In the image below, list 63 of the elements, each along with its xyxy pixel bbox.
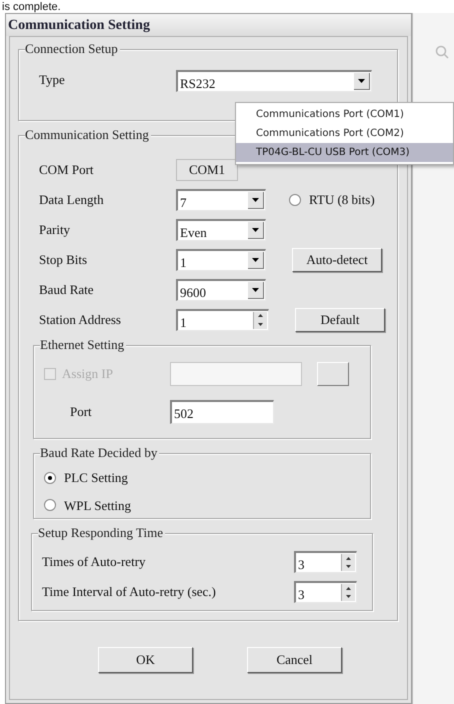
- com-port-value: COM1: [176, 158, 238, 180]
- spinner-button[interactable]: [253, 312, 267, 328]
- caret-icon: [252, 288, 259, 292]
- field-label: Parity: [39, 220, 72, 239]
- dropdown-option[interactable]: TP04G-BL-CU USB Port (COM3): [236, 143, 453, 162]
- checkbox-label: Assign IP: [62, 365, 113, 384]
- dialog-button[interactable]: Default: [295, 308, 385, 332]
- field-label: Data Length: [39, 190, 105, 209]
- dropdown-option[interactable]: Communications Port (COM2): [236, 124, 453, 143]
- caret-icon: [252, 258, 259, 262]
- search-icon: [435, 45, 449, 59]
- caption-text: is complete.: [2, 0, 61, 12]
- dropdown-field[interactable]: 9600: [176, 278, 266, 300]
- dropdown-arrow-button[interactable]: [248, 192, 264, 208]
- dialog-button[interactable]: Auto-detect: [292, 248, 382, 272]
- dropdown-field[interactable]: Even: [176, 218, 266, 240]
- field-label: Type: [39, 71, 66, 89]
- caret-icon: [252, 228, 259, 232]
- window-title: Communication Setting: [8, 16, 150, 34]
- group-title: Communication Setting: [25, 127, 151, 143]
- up-arrow-icon: [258, 314, 263, 318]
- field-label: Port: [69, 403, 93, 422]
- group-title: Baud Rate Decided by: [40, 445, 160, 461]
- dropdown-arrow-button[interactable]: [248, 252, 264, 268]
- spin-field[interactable]: 3: [294, 551, 357, 573]
- group-title: Setup Responding Time: [38, 525, 165, 541]
- dropdown-arrow-button[interactable]: [248, 282, 264, 298]
- group-title: Ethernet Setting: [40, 337, 126, 353]
- field-label: COM Port: [39, 160, 95, 179]
- dropdown-option[interactable]: Communications Port (COM1): [236, 105, 453, 124]
- dropdown-arrow-button[interactable]: [248, 222, 264, 238]
- type-dropdown[interactable]: RS232: [176, 70, 372, 92]
- radio-label: WPL Setting: [64, 496, 132, 515]
- spinner-button[interactable]: [341, 584, 355, 601]
- group-title: Connection Setup: [25, 41, 120, 57]
- radio-button[interactable]: [44, 499, 56, 512]
- up-arrow-icon: [346, 586, 351, 590]
- field-label: Baud Rate: [39, 280, 95, 299]
- field-label: Station Address: [39, 310, 122, 329]
- caret-icon: [358, 79, 365, 83]
- dialog-button[interactable]: OK: [98, 647, 193, 673]
- dropdown-field[interactable]: 7: [176, 188, 266, 210]
- caret-icon: [252, 198, 259, 202]
- field-label: Times of Auto-retry: [42, 553, 147, 572]
- dropdown-field[interactable]: 1: [176, 248, 266, 270]
- dropdown-arrow-button[interactable]: [354, 73, 370, 90]
- port-field[interactable]: 502: [170, 400, 274, 424]
- ip-address-field[interactable]: [170, 362, 302, 386]
- field-label: Stop Bits: [39, 250, 88, 269]
- radio-button[interactable]: [44, 472, 56, 484]
- down-arrow-icon: [346, 595, 351, 598]
- spin-field[interactable]: 1: [176, 308, 269, 330]
- down-arrow-icon: [258, 322, 263, 326]
- spin-field[interactable]: 3: [294, 581, 357, 603]
- radio-label: PLC Setting: [64, 469, 128, 487]
- up-arrow-icon: [346, 556, 351, 560]
- radio-button[interactable]: [289, 194, 301, 206]
- field-label: Time Interval of Auto-retry (sec.): [42, 583, 217, 602]
- dialog-button[interactable]: Cancel: [247, 647, 342, 673]
- spinner-button[interactable]: [341, 554, 355, 571]
- radio-label: RTU (8 bits): [309, 190, 375, 209]
- down-arrow-icon: [346, 565, 351, 568]
- browse-button[interactable]: [317, 362, 349, 386]
